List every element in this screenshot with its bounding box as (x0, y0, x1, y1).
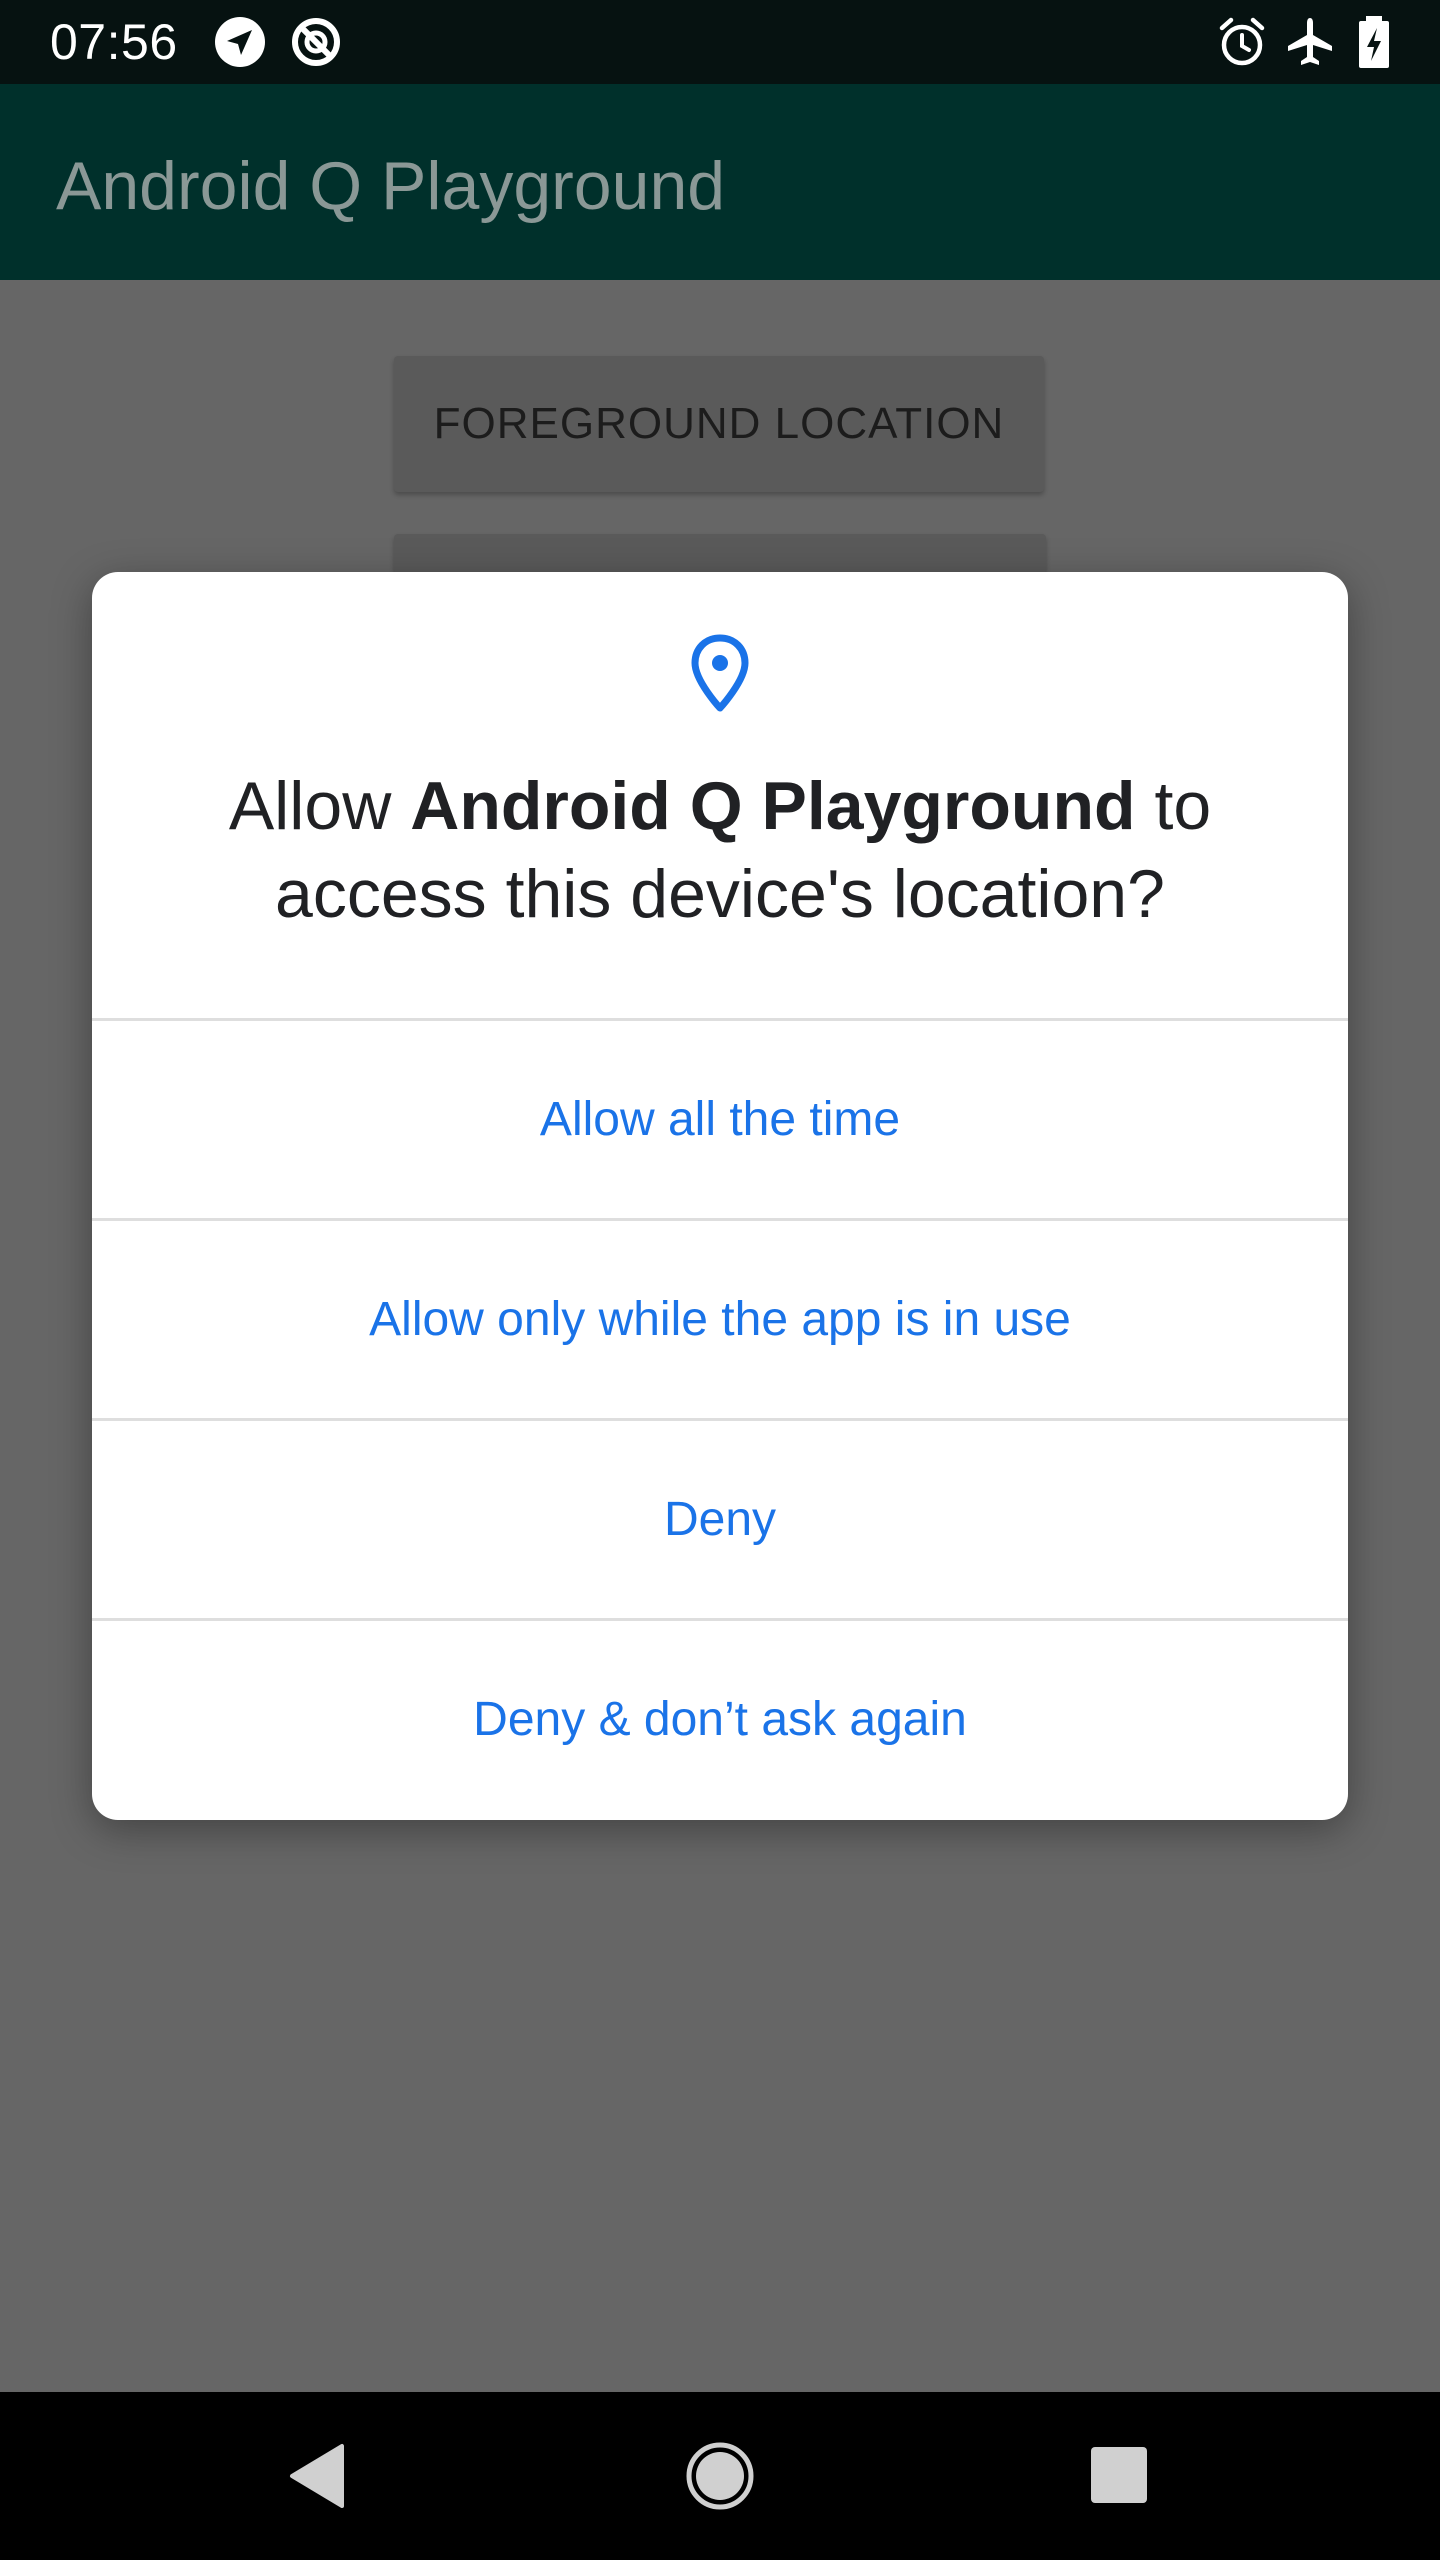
allow-while-in-use-button[interactable]: Allow only while the app is in use (92, 1218, 1348, 1416)
dialog-title: Allow Android Q Playground to access thi… (152, 762, 1288, 938)
data-saver-icon (288, 14, 344, 70)
navigation-bar (0, 2392, 1440, 2560)
foreground-location-button[interactable]: FOREGROUND LOCATION (394, 356, 1044, 492)
battery-charging-icon (1350, 14, 1398, 70)
app-bar: Android Q Playground (0, 84, 1440, 280)
recents-icon[interactable] (1080, 2436, 1160, 2516)
deny-button[interactable]: Deny (92, 1418, 1348, 1616)
allow-all-the-time-button[interactable]: Allow all the time (92, 1018, 1348, 1216)
navigation-arrow-icon (212, 14, 268, 70)
airplane-mode-icon (1282, 14, 1338, 70)
deny-dont-ask-again-button[interactable]: Deny & don’t ask again (92, 1618, 1348, 1820)
dialog-title-prefix: Allow (228, 768, 411, 844)
dialog-title-app-name: Android Q Playground (410, 768, 1136, 844)
alarm-icon (1214, 14, 1270, 70)
status-bar: 07:56 (0, 0, 1440, 84)
background-location-button[interactable] (394, 534, 1046, 574)
status-time: 07:56 (50, 14, 178, 70)
location-pin-icon (684, 632, 756, 716)
back-icon[interactable] (276, 2436, 356, 2516)
home-icon[interactable] (680, 2436, 760, 2516)
screen: 07:56 Android Q Playground FOREGROUND LO… (0, 0, 1440, 2560)
permission-dialog: Allow Android Q Playground to access thi… (92, 572, 1348, 1820)
app-title: Android Q Playground (56, 148, 726, 224)
